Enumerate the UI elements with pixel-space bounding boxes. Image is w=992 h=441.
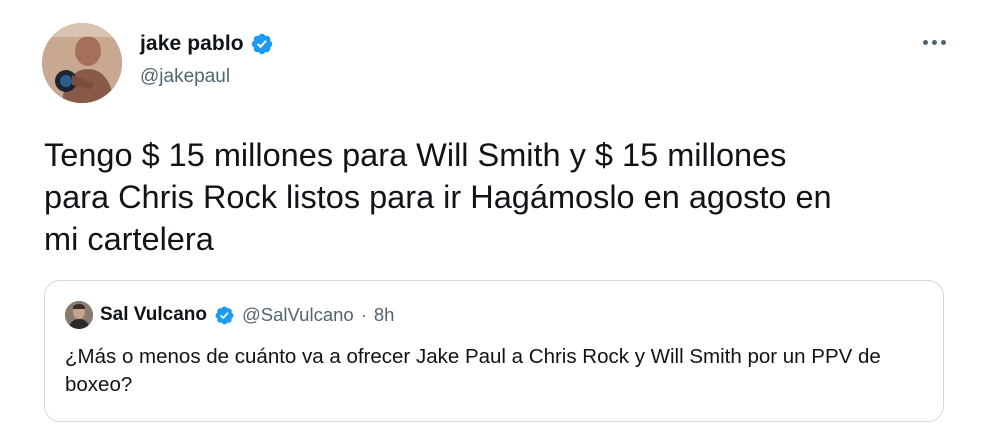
more-horizontal-icon (940, 39, 946, 45)
author-handle[interactable]: @jakepaul (140, 66, 230, 88)
author-avatar[interactable] (42, 23, 122, 103)
more-horizontal-icon (922, 39, 928, 45)
quoted-tweet[interactable]: Sal Vulcano @SalVulcano · 8h ¿Más o meno… (44, 280, 944, 422)
tweet-text: Tengo $ 15 millones para Will Smith y $ … (44, 137, 832, 257)
author-name-row: jake pablo (140, 32, 274, 56)
quoted-tweet-text: ¿Más o menos de cuánto va a ofrecer Jake… (65, 345, 881, 396)
tweet-card: jake pablo @jakepaul Tengo $ 15 millones… (0, 0, 992, 441)
timestamp-separator: · (360, 304, 367, 325)
verified-badge-icon (215, 306, 234, 324)
verified-badge-icon (251, 33, 272, 55)
quoted-author-avatar[interactable] (65, 301, 93, 329)
author-display-name[interactable]: jake pablo (140, 32, 244, 56)
quoted-author-display-name[interactable]: Sal Vulcano (100, 304, 207, 326)
quoted-author-handle[interactable]: @SalVulcano (242, 304, 354, 326)
more-horizontal-icon (931, 39, 937, 45)
quoted-tweet-timestamp[interactable]: 8h (374, 304, 395, 326)
avatar-photo-icon (65, 301, 93, 329)
more-options-button[interactable] (916, 30, 952, 54)
avatar-photo-icon (42, 23, 122, 103)
quoted-tweet-header: Sal Vulcano @SalVulcano · 8h (65, 301, 394, 329)
